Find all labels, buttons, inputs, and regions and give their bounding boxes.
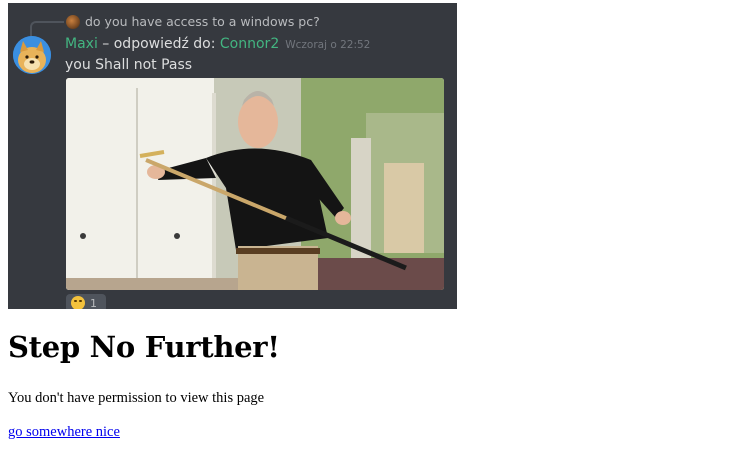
reply-connector-line — [30, 21, 64, 37]
reaction-button[interactable]: 1 — [66, 294, 106, 309]
reaction-count: 1 — [90, 296, 97, 310]
reply-preview-text: do you have access to a windows pc? — [85, 14, 320, 29]
attached-photo — [66, 78, 444, 290]
go-somewhere-nice-link[interactable]: go somewhere nice — [8, 424, 120, 441]
forbidden-page: do you have access to a windows pc? Maxi… — [0, 0, 736, 463]
author-username: Maxi — [65, 36, 98, 52]
grinning-face-emoji-icon — [71, 296, 85, 309]
reply-separator: – odpowiedź do: — [97, 36, 220, 52]
reply-avatar-icon — [66, 15, 80, 29]
message-header: Maxi – odpowiedź do: Connor2 Wczoraj o 22… — [65, 36, 370, 52]
permission-message: You don't have permission to view this p… — [8, 390, 265, 406]
doge-avatar-icon — [13, 36, 51, 74]
message-text: you Shall not Pass — [65, 57, 193, 73]
message-timestamp: Wczoraj o 22:52 — [285, 39, 371, 51]
page-title: Step No Further! — [8, 330, 280, 364]
replied-to-username: Connor2 — [219, 36, 280, 52]
discord-message-screenshot: do you have access to a windows pc? Maxi… — [8, 3, 457, 309]
